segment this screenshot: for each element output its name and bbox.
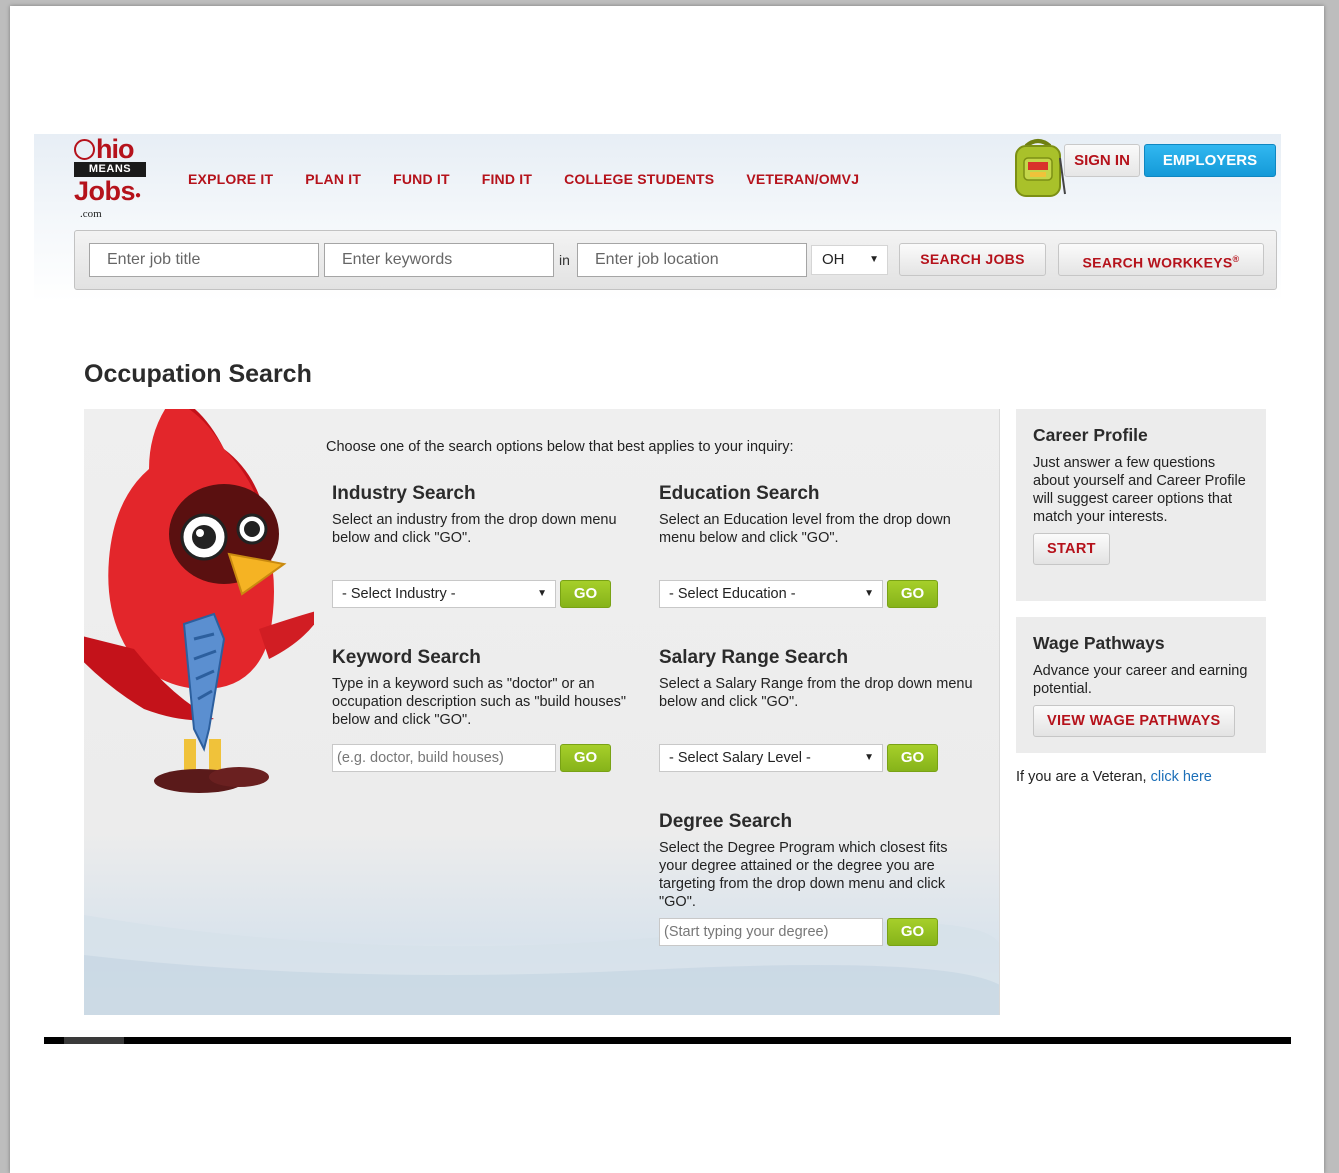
logo-means: MEANS [74,162,146,177]
keyword-input[interactable]: (e.g. doctor, build houses) [332,744,556,772]
chevron-down-icon: ▼ [869,254,879,265]
chevron-down-icon: ▼ [864,588,874,599]
education-select-value: - Select Education - [669,586,796,602]
nav-find-it[interactable]: FIND IT [482,171,532,187]
education-search-desc: Select an Education level from the drop … [659,512,951,546]
state-select[interactable]: OH ▼ [811,245,888,275]
education-select[interactable]: - Select Education - ▼ [659,580,883,608]
wage-pathways-title: Wage Pathways [1033,633,1165,653]
salary-search-desc: Select a Salary Range from the drop down… [659,676,973,710]
chevron-down-icon: ▼ [537,588,547,599]
job-search-bar: Enter job title Enter keywords in Enter … [74,230,1277,290]
degree-input[interactable]: (Start typing your degree) [659,918,883,946]
keyword-search-section: Keyword Search Type in a keyword such as… [332,647,647,729]
site-header: hio MEANS Jobs● .com EXPLORE IT PLAN IT … [34,134,1281,302]
education-go-button[interactable]: GO [887,580,938,608]
salary-go-button[interactable]: GO [887,744,938,772]
keyword-go-button[interactable]: GO [560,744,611,772]
industry-select-value: - Select Industry - [342,586,456,602]
employers-button[interactable]: EMPLOYERS [1144,144,1276,177]
page-title: Occupation Search [84,359,312,388]
search-workkeys-button[interactable]: SEARCH WORKKEYS® [1058,243,1264,276]
industry-search-title: Industry Search [332,483,476,504]
salary-select[interactable]: - Select Salary Level - ▼ [659,744,883,772]
in-label: in [559,252,570,268]
logo-o-ring [74,139,95,160]
job-location-input[interactable]: Enter job location [577,243,807,277]
intro-text: Choose one of the search options below t… [326,439,794,455]
state-value: OH [822,251,845,268]
industry-search-section: Industry Search Select an industry from … [332,483,647,547]
industry-search-desc: Select an industry from the drop down me… [332,512,617,546]
logo-com: .com [80,208,102,220]
view-wage-pathways-button[interactable]: VIEW WAGE PATHWAYS [1033,705,1235,737]
career-profile-desc: Just answer a few questions about yourse… [1033,455,1246,525]
salary-search-title: Salary Range Search [659,647,849,668]
backpack-icon[interactable] [1010,136,1066,200]
keyword-search-desc: Type in a keyword such as "doctor" or an… [332,676,627,728]
veteran-text: If you are a Veteran, [1016,769,1147,785]
start-button[interactable]: START [1033,533,1110,565]
wage-pathways-box: Wage Pathways Advance your career and ea… [1016,617,1266,753]
chevron-down-icon: ▼ [864,752,874,763]
nav-explore-it[interactable]: EXPLORE IT [188,171,273,187]
footer-tab [64,1037,124,1044]
degree-search-title: Degree Search [659,811,793,832]
career-profile-box: Career Profile Just answer a few questio… [1016,409,1266,601]
sign-in-button[interactable]: SIGN IN [1064,144,1140,177]
ohiomeansjobs-logo[interactable]: hio MEANS Jobs● .com [74,134,154,226]
degree-go-button[interactable]: GO [887,918,938,946]
salary-search-section: Salary Range Search Select a Salary Rang… [659,647,974,711]
job-title-input[interactable]: Enter job title [89,243,319,277]
logo-jobs: Jobs● [74,176,141,206]
keyword-search-title: Keyword Search [332,647,481,668]
degree-search-section: Degree Search Select the Degree Program … [659,811,979,911]
salary-select-value: - Select Salary Level - [669,750,811,766]
search-jobs-button[interactable]: SEARCH JOBS [899,243,1046,276]
industry-go-button[interactable]: GO [560,580,611,608]
keywords-input[interactable]: Enter keywords [324,243,554,277]
main-nav: EXPLORE IT PLAN IT FUND IT FIND IT COLLE… [188,171,891,187]
industry-select[interactable]: - Select Industry - ▼ [332,580,556,608]
nav-veteran-omvj[interactable]: VETERAN/OMVJ [746,171,859,187]
nav-college-students[interactable]: COLLEGE STUDENTS [564,171,714,187]
degree-search-desc: Select the Degree Program which closest … [659,840,948,910]
cardinal-mascot-image [84,409,314,793]
education-search-title: Education Search [659,483,820,504]
footer-bar [44,1037,1291,1044]
nav-plan-it[interactable]: PLAN IT [305,171,361,187]
wage-pathways-desc: Advance your career and earning potentia… [1033,663,1248,697]
veteran-note: If you are a Veteran, click here [1016,769,1212,785]
education-search-section: Education Search Select an Education lev… [659,483,974,547]
occupation-search-panel: Choose one of the search options below t… [84,409,1000,1015]
logo-ohio: hio [74,134,134,164]
veteran-click-here-link[interactable]: click here [1151,769,1212,785]
career-profile-title: Career Profile [1033,425,1148,445]
nav-fund-it[interactable]: FUND IT [393,171,450,187]
